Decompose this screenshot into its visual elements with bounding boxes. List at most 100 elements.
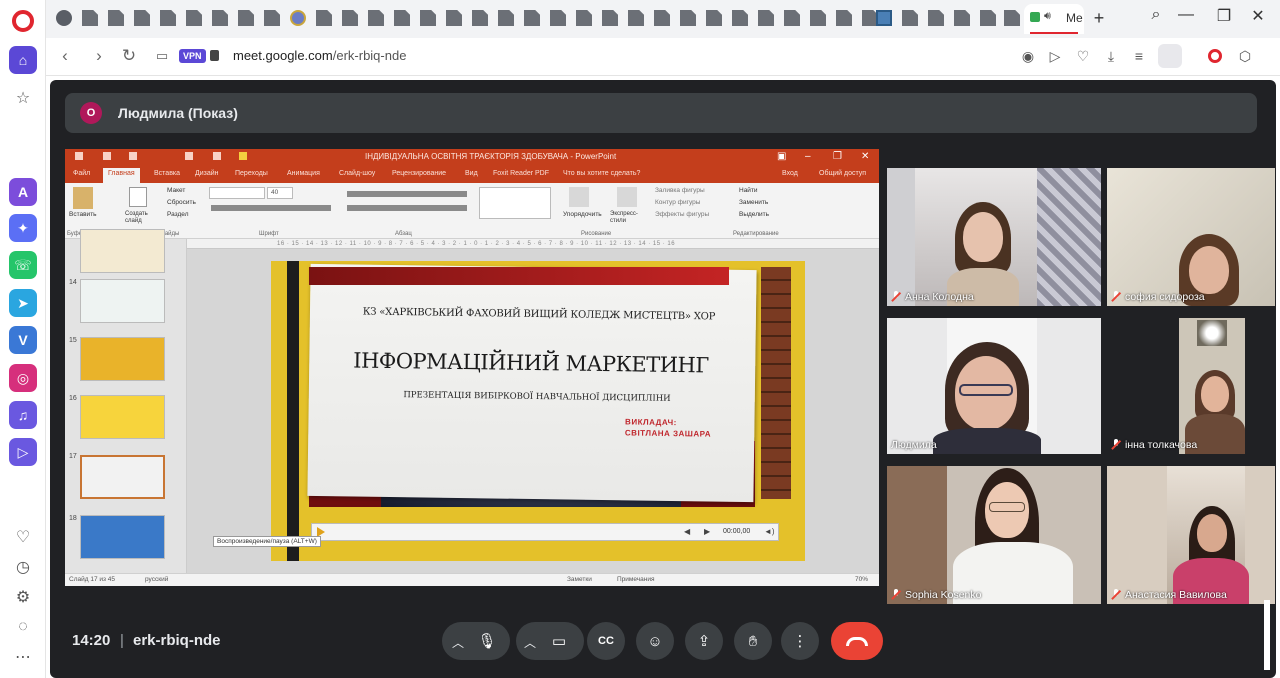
shared-screen[interactable]: ІНДИВІДУАЛЬНА ОСВІТНЯ ТРАЄКТОРІЯ ЗДОБУВА… <box>65 149 879 586</box>
back-icon[interactable]: ‹ <box>54 46 76 66</box>
tab-doc-icon[interactable] <box>758 10 774 26</box>
tab-doc-icon[interactable] <box>212 10 228 26</box>
participant-tile[interactable]: інна толкачова <box>1107 318 1275 454</box>
lock-icon[interactable] <box>210 50 219 61</box>
tab-doc-icon[interactable] <box>446 10 462 26</box>
tab-doc-icon[interactable] <box>810 10 826 26</box>
tab-doc-icon[interactable] <box>186 10 202 26</box>
tab-badge-icon[interactable] <box>290 10 306 26</box>
camera-button[interactable]: ▭ <box>540 622 578 660</box>
shape-fill-label: Заливка фигуры <box>655 187 705 194</box>
muted-mic-icon <box>891 291 901 302</box>
whatsapp-icon[interactable]: ☏ <box>9 251 37 279</box>
reactions-button[interactable]: ☺ <box>636 622 674 660</box>
restore-icon[interactable]: ❐ <box>1212 6 1236 26</box>
tab-doc-icon[interactable] <box>264 10 280 26</box>
heart-icon[interactable]: ♡ <box>13 527 33 547</box>
tab-doc-icon[interactable] <box>836 10 852 26</box>
participant-tile[interactable]: софия сидороза <box>1107 168 1275 306</box>
tab-doc-icon[interactable] <box>732 10 748 26</box>
star-icon[interactable]: ☆ <box>13 88 33 108</box>
participant-tile[interactable]: Анастасия Вавилова <box>1107 466 1275 604</box>
url-field[interactable]: meet.google.com/erk-rbiq-nde <box>233 48 406 63</box>
more-icon[interactable]: ⋯ <box>13 647 33 667</box>
tab-doc-icon[interactable] <box>602 10 618 26</box>
speaker-icon[interactable]: 🔊︎ <box>1044 10 1051 23</box>
tab-doc-icon[interactable] <box>498 10 514 26</box>
tab-doc-icon[interactable] <box>628 10 644 26</box>
download-icon[interactable]: ⤓ <box>1102 48 1120 65</box>
tab-doc-icon[interactable] <box>980 10 996 26</box>
camera-indicator-icon[interactable]: ▭ <box>151 48 173 64</box>
microphone-button[interactable]: 🎙︎ <box>468 622 506 660</box>
participant-tile[interactable]: Людмила <box>887 318 1101 454</box>
opera-menu-icon[interactable] <box>1208 49 1222 63</box>
vpn-badge[interactable]: VPN <box>179 49 206 63</box>
history-icon[interactable]: ◷ <box>13 557 33 577</box>
tab-doc-icon[interactable] <box>472 10 488 26</box>
tab-doc-icon[interactable] <box>680 10 696 26</box>
telegram-icon[interactable]: ➤ <box>9 289 37 317</box>
easy-setup-icon[interactable]: ≡ <box>1130 48 1148 64</box>
present-screen-button[interactable]: ⇪ <box>685 622 723 660</box>
profile-icon[interactable] <box>1158 44 1182 68</box>
bookmark-heart-icon[interactable]: ♡ <box>1074 48 1092 65</box>
close-icon[interactable]: ✕ <box>1246 6 1270 26</box>
leave-call-button[interactable] <box>831 622 883 660</box>
video-options-chevron-icon[interactable]: ︿ <box>524 634 536 651</box>
active-tab-meet[interactable]: 🔊︎ Me <box>1024 4 1084 34</box>
tab-doc-icon[interactable] <box>654 10 670 26</box>
tab-doc-icon[interactable] <box>134 10 150 26</box>
forward-icon: ▶ <box>704 527 711 536</box>
tab-doc-icon[interactable] <box>784 10 800 26</box>
tips-icon[interactable]: ◌ <box>13 617 33 637</box>
tab-doc-icon[interactable] <box>420 10 436 26</box>
tab-doc-icon[interactable] <box>108 10 124 26</box>
tab-doc-icon[interactable] <box>394 10 410 26</box>
aria-icon[interactable]: A <box>9 178 37 206</box>
tab-doc-icon[interactable] <box>368 10 384 26</box>
tab-doc-icon[interactable] <box>550 10 566 26</box>
new-tab-icon[interactable]: + <box>1089 8 1109 28</box>
tab-doc-icon[interactable] <box>928 10 944 26</box>
tab-doc-icon[interactable] <box>316 10 332 26</box>
tab-globe-icon[interactable] <box>56 10 72 26</box>
extensions-icon[interactable]: ⬡ <box>1236 48 1254 65</box>
participant-tile[interactable]: Sophia Kosenko <box>887 466 1101 604</box>
tab-doc-icon[interactable] <box>576 10 592 26</box>
tab-image-icon[interactable] <box>876 10 892 26</box>
tab-doc-icon[interactable] <box>342 10 358 26</box>
messenger-icon[interactable]: ✦ <box>9 214 37 242</box>
send-icon[interactable]: ▷ <box>1046 48 1064 65</box>
tab-doc-icon[interactable] <box>1004 10 1020 26</box>
more-options-button[interactable]: ⋮ <box>781 622 819 660</box>
minimize-icon[interactable]: — <box>1174 6 1198 24</box>
participant-tile[interactable]: Анна Колодна <box>887 168 1101 306</box>
vk-icon[interactable]: V <box>9 326 37 354</box>
player-icon[interactable]: ▷ <box>9 438 37 466</box>
snapshot-icon[interactable]: ◉ <box>1019 48 1037 65</box>
tab-doc-icon[interactable] <box>954 10 970 26</box>
instagram-icon[interactable]: ◎ <box>9 364 37 392</box>
home-icon[interactable]: ⌂ <box>9 46 37 74</box>
search-tabs-icon[interactable]: ⌕ <box>1144 6 1168 24</box>
music-player-icon[interactable]: ♫ <box>9 401 37 429</box>
tab-doc-icon[interactable] <box>524 10 540 26</box>
settings-icon[interactable]: ⚙ <box>13 587 33 607</box>
audio-options-chevron-icon[interactable]: ︿ <box>452 634 464 651</box>
reload-icon[interactable]: ↻ <box>118 46 140 66</box>
forward-icon[interactable]: › <box>88 46 110 66</box>
scrollbar[interactable] <box>1264 600 1270 670</box>
ppt-menu-foxit: Foxit Reader PDF <box>493 170 550 177</box>
presenter-bar: О Людмила (Показ) <box>65 93 1257 133</box>
tab-doc-icon[interactable] <box>160 10 176 26</box>
tab-doc-icon[interactable] <box>902 10 918 26</box>
ppt-share: Общий доступ <box>819 170 867 177</box>
tab-doc-icon[interactable] <box>82 10 98 26</box>
raise-hand-button[interactable]: ✋︎ <box>734 622 772 660</box>
ppt-window-title: ІНДИВІДУАЛЬНА ОСВІТНЯ ТРАЄКТОРІЯ ЗДОБУВА… <box>365 152 617 161</box>
tab-doc-icon[interactable] <box>238 10 254 26</box>
opera-logo-icon[interactable] <box>12 10 34 32</box>
tab-doc-icon[interactable] <box>706 10 722 26</box>
captions-button[interactable]: CC <box>587 622 625 660</box>
